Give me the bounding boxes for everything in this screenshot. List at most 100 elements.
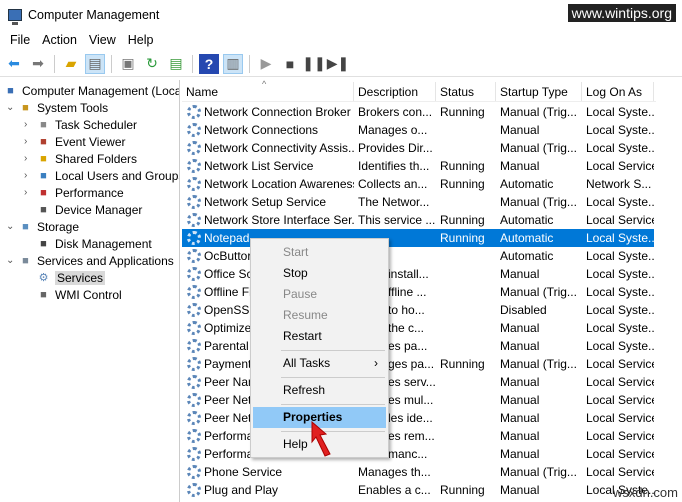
tree-item-shared-folders[interactable]: › ■ Shared Folders <box>24 150 137 167</box>
forward-icon[interactable]: ➡ <box>28 54 48 74</box>
service-startup-type: Manual (Trig... <box>500 465 577 479</box>
service-status: Running <box>440 231 485 245</box>
stop-icon[interactable]: ■ <box>280 54 300 74</box>
table-row[interactable]: Plug and Play Enables a c... Running Manual… <box>182 481 654 499</box>
back-icon[interactable]: ⬅ <box>4 54 24 74</box>
tree-item-storage[interactable]: ⌄ ■ Storage <box>6 218 79 235</box>
tree-item-computer-management-local[interactable]: ■ Computer Management (Local <box>3 82 179 99</box>
service-startup-type: Manual <box>500 447 540 461</box>
menu-item-stop[interactable]: Stop <box>253 263 386 284</box>
menu-item-refresh[interactable]: Refresh <box>253 380 386 401</box>
service-gear-icon <box>187 357 201 371</box>
table-row[interactable]: Phone Service Manages th... Manual (Trig..… <box>182 463 654 481</box>
service-status: Running <box>440 177 485 191</box>
service-log-on-as: Local Service <box>586 159 654 173</box>
service-log-on-as: Local Syste... <box>586 249 654 263</box>
tree-item-label: WMI Control <box>55 287 122 302</box>
expand-chevron-icon[interactable]: ⌄ <box>6 221 18 232</box>
service-startup-type: Manual <box>500 411 540 425</box>
service-gear-icon <box>187 429 201 443</box>
service-log-on-as: Local Service <box>586 357 654 371</box>
tree-item-label: Task Scheduler <box>55 117 138 132</box>
service-startup-type: Automatic <box>500 177 554 191</box>
service-status: Running <box>440 213 485 227</box>
menu-item-pause[interactable]: Pause <box>253 284 386 305</box>
service-log-on-as: Local Syste... <box>586 303 654 317</box>
tree-item-local-users-and-groups[interactable]: › ■ Local Users and Groups <box>24 167 179 184</box>
table-row[interactable]: Network Connectivity Assis... Provides Di… <box>182 139 654 157</box>
show-action-pane-icon[interactable]: ▥ <box>223 53 243 74</box>
tree-item-event-viewer[interactable]: › ■ Event Viewer <box>24 133 125 150</box>
table-row[interactable]: Network Location Awareness Collects an...… <box>182 175 654 193</box>
column-status[interactable]: Status <box>436 82 496 101</box>
tree-item-disk-management[interactable]: ■ Disk Management <box>24 235 152 252</box>
table-row[interactable]: Network List Service Identifies th... Runn… <box>182 157 654 175</box>
tree-item-device-manager[interactable]: ■ Device Manager <box>24 201 142 218</box>
service-startup-type: Manual <box>500 393 540 407</box>
service-name: Network Location Awareness <box>182 177 354 191</box>
table-row[interactable]: Network Connections Manages o... Manual Loc… <box>182 121 654 139</box>
service-log-on-as: Local Syste... <box>586 231 654 245</box>
service-log-on-as: Local Syste... <box>586 321 654 335</box>
restart-icon[interactable]: ▶❚ <box>327 54 350 74</box>
menu-separator <box>281 350 385 351</box>
collapse-chevron-icon[interactable]: › <box>24 170 36 181</box>
tree-item-task-scheduler[interactable]: › ■ Task Scheduler <box>24 116 137 133</box>
table-row[interactable]: Network Setup Service The Networ... Manual… <box>182 193 654 211</box>
tree-item-label: Shared Folders <box>55 151 138 166</box>
service-description: Enables a c... <box>358 483 431 497</box>
service-name: Plug and Play <box>182 483 354 497</box>
help-icon[interactable]: ? <box>199 53 219 74</box>
service-gear-icon <box>187 411 201 425</box>
collapse-chevron-icon[interactable]: › <box>24 119 36 130</box>
service-gear-icon <box>187 375 201 389</box>
play-icon[interactable]: ▶ <box>256 54 276 74</box>
show-hide-tree-icon[interactable]: ▤ <box>85 53 105 74</box>
service-startup-type: Manual <box>500 267 540 281</box>
computer-management-icon <box>8 9 22 25</box>
service-log-on-as: Local Service <box>586 447 654 461</box>
up-folder-icon[interactable]: ▰ <box>61 54 81 74</box>
column-name[interactable]: ^ Name <box>182 80 354 101</box>
service-status: Running <box>440 159 485 173</box>
service-name: Network Connection Broker <box>182 105 354 119</box>
menu-action[interactable]: Action <box>36 33 83 47</box>
table-row[interactable]: Network Connection Broker Brokers con... R… <box>182 103 654 121</box>
table-row[interactable]: Network Store Interface Ser... This servi… <box>182 211 654 229</box>
column-log-on-as[interactable]: Log On As <box>582 82 654 101</box>
menu-item-restart[interactable]: Restart <box>253 326 386 347</box>
gear-icon: ⚙ <box>38 272 49 284</box>
service-startup-type: Disabled <box>500 303 547 317</box>
pause-icon[interactable]: ❚❚ <box>302 54 325 74</box>
expand-chevron-icon[interactable]: ⌄ <box>6 255 18 266</box>
services-apps-icon: ■ <box>22 254 29 267</box>
expand-chevron-icon[interactable]: ⌄ <box>6 102 18 113</box>
column-startup-type[interactable]: Startup Type <box>496 82 582 101</box>
service-description: This service ... <box>358 213 436 227</box>
submenu-arrow-icon: › <box>374 356 378 370</box>
event-viewer-icon: ■ <box>40 135 47 148</box>
menu-view[interactable]: View <box>83 33 122 47</box>
menu-file[interactable]: File <box>4 33 36 47</box>
column-description[interactable]: Description <box>354 82 436 101</box>
service-gear-icon <box>187 141 201 155</box>
service-name: Network Setup Service <box>182 195 354 209</box>
menu-item-resume[interactable]: Resume <box>253 305 386 326</box>
collapse-chevron-icon[interactable]: › <box>24 153 36 164</box>
collapse-chevron-icon[interactable]: › <box>24 136 36 147</box>
menu-item-all-tasks[interactable]: All Tasks › <box>253 353 386 374</box>
export-icon[interactable]: ▣ <box>118 54 138 74</box>
tree-item-services-and-applications[interactable]: ⌄ ■ Services and Applications <box>6 252 174 269</box>
refresh-icon[interactable]: ↻ <box>142 54 162 74</box>
tree-item-services[interactable]: ⚙ Services <box>24 269 106 286</box>
service-log-on-as: Local Syste... <box>586 105 654 119</box>
tree-item-system-tools[interactable]: ⌄ ■ System Tools <box>6 99 108 116</box>
collapse-chevron-icon[interactable]: › <box>24 187 36 198</box>
right-margin <box>656 80 682 502</box>
tree-item-wmi-control[interactable]: ■ WMI Control <box>24 286 122 303</box>
menu-help[interactable]: Help <box>122 33 160 47</box>
menu-item-start[interactable]: Start <box>253 242 386 263</box>
tree-item-performance[interactable]: › ■ Performance <box>24 184 124 201</box>
export-list-icon[interactable]: ▤ <box>166 54 186 74</box>
service-gear-icon <box>187 249 201 263</box>
